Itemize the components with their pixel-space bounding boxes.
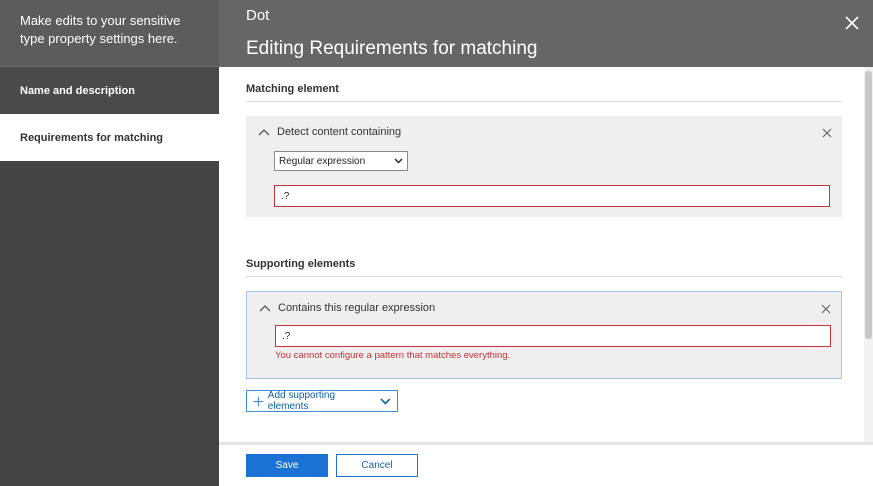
input-value: .? xyxy=(282,330,291,342)
chevron-up-icon[interactable] xyxy=(258,128,270,136)
match-type-select[interactable]: Regular expression xyxy=(274,151,408,171)
sidebar-item-label: Requirements for matching xyxy=(20,131,164,144)
scrollbar[interactable] xyxy=(864,67,873,442)
sidebar-intro-text: Make edits to your sensitive type proper… xyxy=(0,0,219,67)
matching-element-card: Detect content containing Regular expres… xyxy=(246,116,842,217)
sidebar-item-name-and-description[interactable]: Name and description xyxy=(0,67,219,114)
regex-input[interactable]: .? xyxy=(274,185,830,207)
supporting-element-card: Contains this regular expression .? You … xyxy=(246,291,842,379)
close-icon[interactable] xyxy=(843,14,861,32)
sensitive-type-name: Dot xyxy=(246,7,270,24)
close-icon[interactable] xyxy=(821,304,831,314)
matching-element-title: Matching element xyxy=(246,83,339,95)
panel-footer: Save Cancel xyxy=(219,442,873,486)
page-title: Editing Requirements for matching xyxy=(246,38,538,59)
add-supporting-elements-button[interactable]: Add supporting elements xyxy=(246,390,398,412)
divider xyxy=(246,276,842,277)
validation-error: You cannot configure a pattern that matc… xyxy=(275,350,511,361)
input-value: .? xyxy=(281,190,290,202)
cancel-button[interactable]: Cancel xyxy=(336,454,418,477)
scrollbar-thumb[interactable] xyxy=(865,71,872,339)
card-header[interactable]: Detect content containing xyxy=(258,126,401,138)
regex-input[interactable]: .? xyxy=(275,325,831,347)
select-value: Regular expression xyxy=(279,155,366,167)
sidebar-item-requirements-for-matching[interactable]: Requirements for matching xyxy=(0,114,219,161)
close-icon[interactable] xyxy=(822,128,832,138)
chevron-up-icon[interactable] xyxy=(259,304,271,312)
chevron-down-icon xyxy=(380,397,391,405)
supporting-elements-title: Supporting elements xyxy=(246,258,356,270)
divider xyxy=(246,101,842,102)
sidebar-item-label: Name and description xyxy=(20,84,135,97)
sidebar: Make edits to your sensitive type proper… xyxy=(0,0,219,486)
card-header[interactable]: Contains this regular expression xyxy=(259,302,435,314)
panel-header: Dot Editing Requirements for matching xyxy=(219,0,873,67)
save-button[interactable]: Save xyxy=(246,454,328,477)
plus-icon xyxy=(253,396,264,406)
card-title: Contains this regular expression xyxy=(278,302,436,314)
card-title: Detect content containing xyxy=(277,126,402,138)
main-content: Matching element Detect content containi… xyxy=(219,67,873,442)
chevron-down-icon xyxy=(394,158,403,164)
add-supporting-label: Add supporting elements xyxy=(267,390,336,412)
